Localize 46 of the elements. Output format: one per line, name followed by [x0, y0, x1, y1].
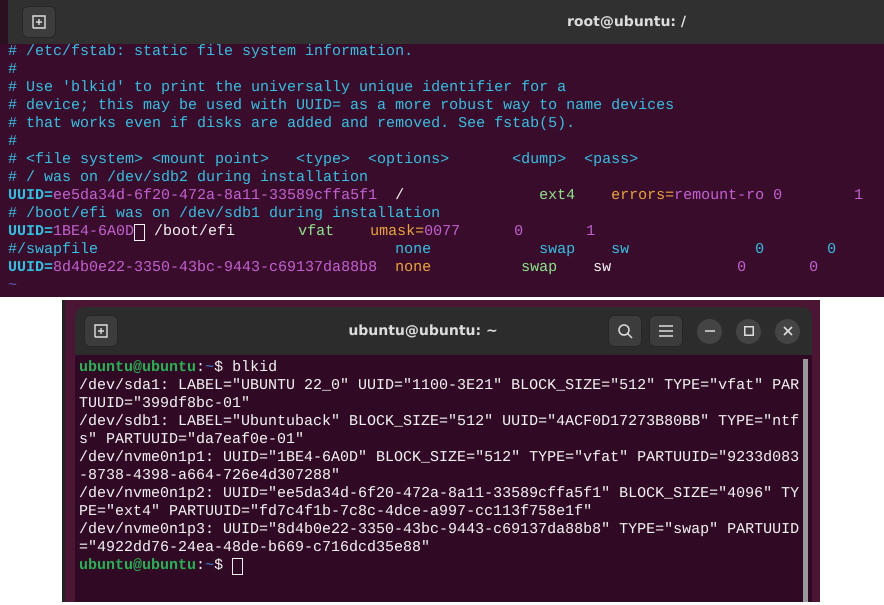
window-title: root@ubuntu: / [567, 14, 686, 30]
maximize-icon [744, 326, 754, 336]
end-of-file-marker: ~ [8, 277, 18, 295]
code-line: /dev/nvme0n1p2: UUID="ee5da34d-6f20-472a-8a11-33589cffa5f1" BLOCK_SIZE="4096" TY [79, 485, 800, 503]
code-line: ="4922dd76-24ea-48de-b669-c716dcd35e88" [79, 539, 432, 557]
code-line: UUID=ee5da34d-6f20-472a-8a11-33589cffa5f1 / ext4 errors=remount-ro 0 1 [8, 187, 864, 205]
code-line: # device; this may be used with UUID= as a more robust way to name devices [8, 97, 676, 115]
search-button[interactable] [608, 315, 642, 347]
code-line: /dev/nvme0n1p3: UUID="8d4b0e22-3350-43bc-9443-c69137da88b8" TYPE="swap" PARTUUID [79, 521, 800, 539]
code-line: s" PARTUUID="da7eaf0e-01" [79, 431, 306, 449]
code-line: # / was on /dev/sdb2 during installation [8, 169, 370, 187]
code-line: TUUID="399df8bc-01" [79, 395, 252, 413]
code-line: /dev/sdb1: LABEL="Ubuntuback" BLOCK_SIZE="512" UUID="4ACF0D17273B80BB" TYPE="ntf [79, 413, 800, 431]
code-line: # /boot/efi was on /dev/sdb1 during installation [8, 205, 442, 223]
code-line: # [8, 133, 18, 151]
maximize-button[interactable] [736, 318, 761, 344]
window-title: ubuntu@ubuntu: ~ [347, 323, 498, 339]
search-icon [617, 323, 633, 339]
text-cursor [232, 558, 244, 574]
code-line: UUID=1BE4-6A0D [8, 223, 134, 241]
code-line: /boot/efi vfat umask=0077 0 1 [153, 223, 596, 241]
code-line: # <file system> <mount point> <type> <options> <dump> <pass> [8, 151, 640, 169]
code-line: # that works even if disks are added and removed. See fstab(5). [8, 115, 576, 133]
scrollbar[interactable] [803, 359, 808, 602]
code-line: #/swapfile none swap sw 0 0 [8, 241, 838, 259]
new-tab-icon [32, 15, 46, 29]
minimize-icon [704, 330, 714, 332]
code-line: ubuntu@ubuntu:~$ blkid [79, 359, 278, 377]
close-button[interactable] [775, 318, 800, 344]
minimize-button[interactable] [697, 318, 722, 344]
code-line: # Use 'blkid' to print the universally unique identifier for a [8, 79, 568, 97]
new-tab-icon [94, 324, 108, 338]
new-tab-button[interactable] [22, 6, 56, 38]
menu-button[interactable] [649, 315, 683, 347]
code-line: PE="ext4" PARTUUID="fd7c4f1b-7c8c-4dce-a997-cc113f758e1f" [79, 503, 594, 521]
code-line: UUID=8d4b0e22-3350-43bc-9443-c69137da88b8 none swap sw 0 0 [8, 259, 820, 277]
code-line: # /etc/fstab: static file system information. [8, 43, 414, 61]
text-cursor [134, 224, 146, 240]
code-line: -8738-4398-a664-726e4d307288" [79, 467, 342, 485]
code-line: /dev/nvme0n1p1: UUID="1BE4-6A0D" BLOCK_SIZE="512" TYPE="vfat" PARTUUID="9233d083 [79, 449, 800, 467]
code-line: # [8, 61, 18, 79]
code-line: ubuntu@ubuntu:~$ [79, 557, 224, 575]
code-line: /dev/sda1: LABEL="UBUNTU 22_0" UUID="1100-3E21" BLOCK_SIZE="512" TYPE="vfat" PAR [79, 377, 800, 395]
new-tab-button[interactable] [84, 315, 118, 347]
menu-icon [659, 325, 673, 337]
close-icon [782, 326, 792, 336]
